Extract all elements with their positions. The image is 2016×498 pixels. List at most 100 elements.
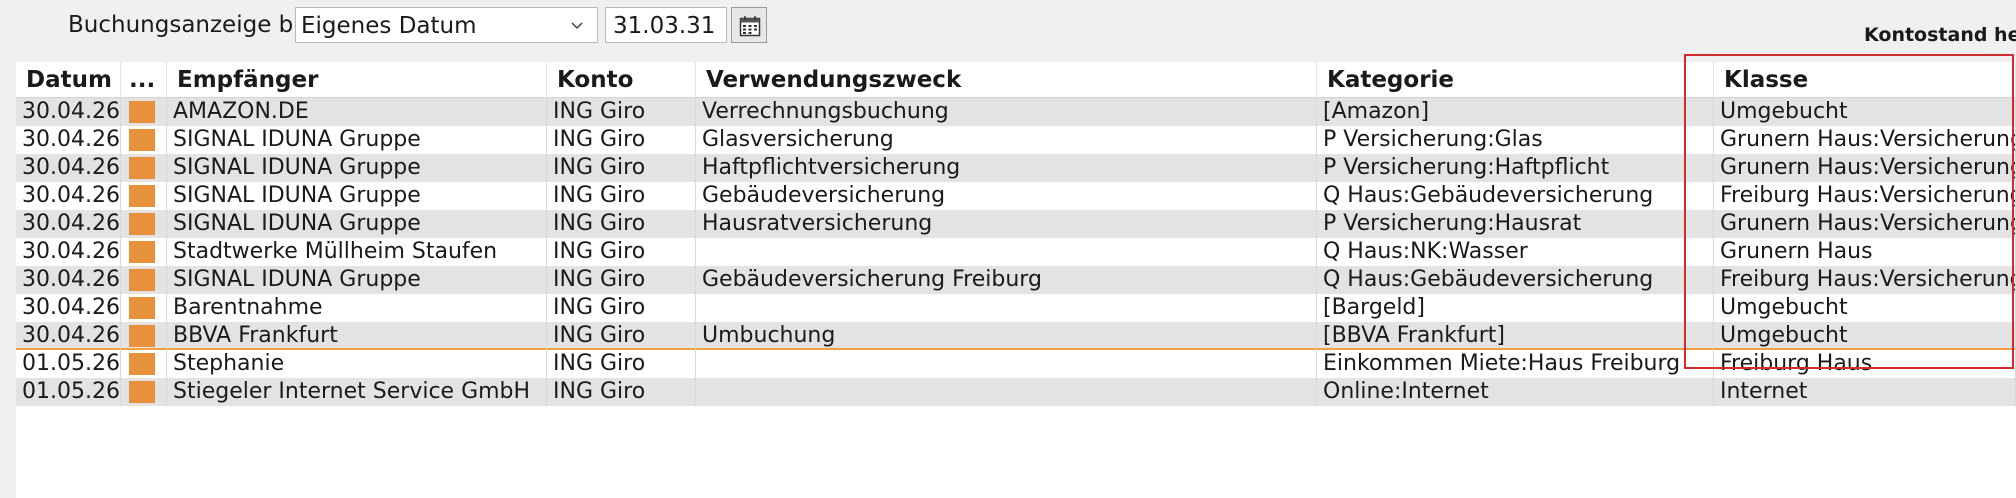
table-row[interactable]: 30.04.26 SIGNAL IDUNA Gruppe ING Giro Gebäu… [16,182,2016,210]
cell-empfaenger: Barentnahme [167,294,547,322]
cell-verwendungszweck: Gebäudeversicherung [696,182,1317,210]
cell-datum: 30.04.26 [16,266,121,294]
cell-empfaenger: SIGNAL IDUNA Gruppe [167,154,547,182]
cell-datum: 30.04.26 [16,98,121,126]
cell-verwendungszweck: Verrechnungsbuchung [696,98,1317,126]
cell-klasse: Grunern Haus:Versicherung [1714,126,2016,154]
cell-konto: ING Giro [547,378,696,406]
cell-verwendungszweck [696,350,1317,378]
cell-empfaenger: SIGNAL IDUNA Gruppe [167,210,547,238]
table-row[interactable]: 30.04.26 Barentnahme ING Giro [Bargeld] Umge… [16,294,2016,322]
cell-datum: 30.04.26 [16,126,121,154]
table-header: Datum ... Empfänger Konto Verwendungszwe… [16,62,2016,98]
category-color-swatch [129,381,155,403]
cell-klasse: Internet [1714,378,2016,406]
account-balance-label: Kontostand he [1864,24,2016,46]
column-header-empfaenger[interactable]: Empfänger [167,62,547,98]
cell-verwendungszweck: Gebäudeversicherung Freiburg [696,266,1317,294]
cell-category-color [121,182,167,210]
cell-category-color [121,210,167,238]
cell-datum: 01.05.26 [16,378,121,406]
cell-konto: ING Giro [547,98,696,126]
category-color-swatch [129,129,155,151]
column-header-verwendungszweck[interactable]: Verwendungszweck [696,62,1317,98]
cell-konto: ING Giro [547,294,696,322]
table-row[interactable]: 30.04.26 SIGNAL IDUNA Gruppe ING Giro Hausr… [16,210,2016,238]
end-date-input[interactable]: 31.03.31 [605,7,727,43]
cell-category-color [121,266,167,294]
cell-klasse: Freiburg Haus [1714,350,2016,378]
end-date-value: 31.03.31 [613,13,716,39]
cell-datum: 30.04.26 [16,210,121,238]
cell-empfaenger: SIGNAL IDUNA Gruppe [167,126,547,154]
calendar-icon [739,16,761,37]
cell-konto: ING Giro [547,238,696,266]
cell-konto: ING Giro [547,266,696,294]
cell-verwendungszweck: Hausratversicherung [696,210,1317,238]
column-header-datum[interactable]: Datum [16,62,121,98]
cell-datum: 30.04.26 [16,294,121,322]
table-row[interactable]: 30.04.26 SIGNAL IDUNA Gruppe ING Giro Glasv… [16,126,2016,154]
cell-konto: ING Giro [547,182,696,210]
table-row[interactable]: 30.04.26 SIGNAL IDUNA Gruppe ING Giro Gebäu… [16,266,2016,294]
cell-klasse: Grunern Haus:Versicherung [1714,210,2016,238]
cell-kategorie: Einkommen Miete:Haus Freiburg [1317,350,1714,378]
cell-kategorie: [Amazon] [1317,98,1714,126]
cell-kategorie: P Versicherung:Glas [1317,126,1714,154]
cell-empfaenger: BBVA Frankfurt [167,322,547,350]
transactions-table: Datum ... Empfänger Konto Verwendungszwe… [16,62,2016,498]
table-row[interactable]: 30.04.26 BBVA Frankfurt ING Giro Umbuchung[… [16,322,2016,350]
chevron-down-icon [571,22,583,30]
cell-category-color [121,126,167,154]
cell-empfaenger: Stiegeler Internet Service GmbH [167,378,547,406]
cell-kategorie: [BBVA Frankfurt] [1317,322,1714,350]
category-color-swatch [129,353,155,375]
table-row[interactable]: 30.04.26 Stadtwerke Müllheim Staufen ING G… [16,238,2016,266]
cell-kategorie: [Bargeld] [1317,294,1714,322]
cell-klasse: Grunern Haus:Versicherung [1714,154,2016,182]
cell-empfaenger: AMAZON.DE [167,98,547,126]
column-header-konto[interactable]: Konto [547,62,696,98]
cell-kategorie: P Versicherung:Haftpflicht [1317,154,1714,182]
cell-verwendungszweck: Umbuchung [696,322,1317,350]
cell-category-color [121,98,167,126]
category-color-swatch [129,101,155,123]
cell-konto: ING Giro [547,126,696,154]
column-header-klasse[interactable]: Klasse [1714,62,2016,98]
cell-konto: ING Giro [547,350,696,378]
cell-klasse: Umgebucht [1714,98,2016,126]
cell-konto: ING Giro [547,154,696,182]
cell-category-color [121,294,167,322]
cell-category-color [121,378,167,406]
cell-verwendungszweck [696,378,1317,406]
table-row[interactable]: 30.04.26 AMAZON.DE ING Giro Verrechnungsbuc… [16,98,2016,126]
cell-datum: 30.04.26 [16,238,121,266]
cell-datum: 01.05.26 [16,350,121,378]
booking-display-label: Buchungsanzeige bis [68,12,312,38]
category-color-swatch [129,157,155,179]
date-range-select[interactable]: Eigenes Datum [295,7,598,43]
cell-klasse: Grunern Haus [1714,238,2016,266]
cell-empfaenger: SIGNAL IDUNA Gruppe [167,182,547,210]
cell-category-color [121,154,167,182]
cell-klasse: Freiburg Haus:Versicherung [1714,182,2016,210]
table-row[interactable]: 30.04.26 SIGNAL IDUNA Gruppe ING Giro Haftp… [16,154,2016,182]
cell-empfaenger: Stephanie [167,350,547,378]
cell-klasse: Umgebucht [1714,294,2016,322]
table-row[interactable]: 01.05.26 Stiegeler Internet Service GmbH I… [16,378,2016,406]
cell-klasse: Freiburg Haus:Versicherung [1714,266,2016,294]
table-row[interactable]: 01.05.26 Stephanie ING Giro Einkommen Miete… [16,350,2016,378]
column-header-category-color[interactable]: ... [121,62,167,98]
date-picker-button[interactable] [731,7,767,43]
cell-verwendungszweck [696,238,1317,266]
cell-verwendungszweck: Haftpflichtversicherung [696,154,1317,182]
cell-konto: ING Giro [547,210,696,238]
cell-category-color [121,322,167,350]
cell-konto: ING Giro [547,322,696,350]
category-color-swatch [129,269,155,291]
cell-empfaenger: SIGNAL IDUNA Gruppe [167,266,547,294]
cell-klasse: Umgebucht [1714,322,2016,350]
column-header-kategorie[interactable]: Kategorie [1317,62,1714,98]
cell-empfaenger: Stadtwerke Müllheim Staufen [167,238,547,266]
category-color-swatch [129,297,155,319]
